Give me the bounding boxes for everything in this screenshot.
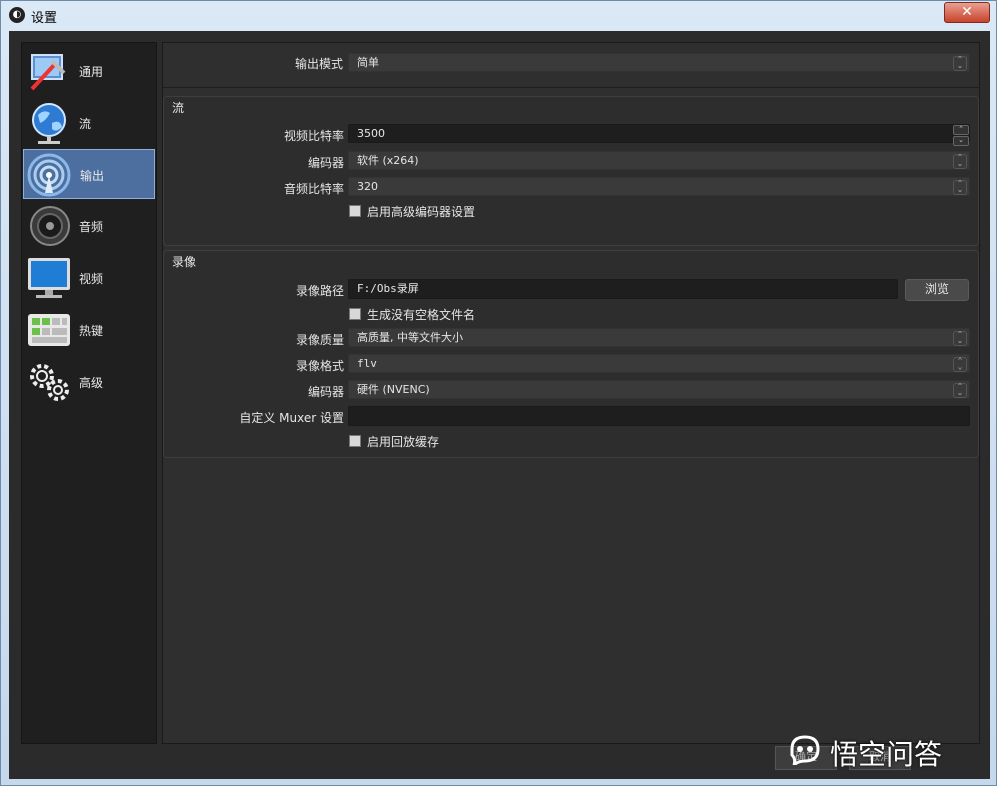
wukong-logo-icon	[790, 735, 820, 765]
recording-encoder-select[interactable]: 硬件 (NVENC) ⌃ ⌄	[348, 380, 970, 399]
no-space-filename-checkbox[interactable]	[349, 308, 361, 320]
speaker-icon	[30, 206, 70, 246]
spin-up-icon[interactable]: ⌃	[953, 125, 969, 135]
chevron-updown-icon: ⌃ ⌄	[953, 180, 967, 195]
broadcast-icon	[27, 153, 71, 197]
spin-down-icon[interactable]: ⌄	[953, 136, 969, 146]
advanced-encoder-label: 启用高级编码器设置	[367, 205, 476, 219]
divider	[163, 87, 979, 88]
spin-buttons[interactable]: ⌃ ⌄	[953, 125, 969, 146]
replay-buffer-checkbox[interactable]	[349, 435, 361, 447]
recording-quality-select[interactable]: 高质量, 中等文件大小 ⌃ ⌄	[348, 328, 970, 347]
recording-format-select[interactable]: flv ⌃ ⌄	[348, 354, 970, 373]
recording-path-label: 录像路径	[295, 284, 344, 298]
sidebar-item-output[interactable]: 输出	[23, 149, 155, 199]
recording-encoder-value: 硬件 (NVENC)	[357, 383, 430, 396]
muxer-settings-label: 自定义 Muxer 设置	[239, 411, 344, 425]
chevron-updown-icon: ⌃ ⌄	[953, 154, 967, 169]
close-button[interactable]: ✕	[944, 2, 990, 23]
video-bitrate-value: 3500	[357, 127, 385, 140]
monitor-icon	[28, 258, 70, 298]
stream-encoder-select[interactable]: 软件 (x264) ⌃ ⌄	[348, 151, 970, 170]
no-space-filename-label: 生成没有空格文件名	[367, 308, 476, 322]
stream-encoder-value: 软件 (x264)	[357, 154, 419, 167]
sidebar-item-general[interactable]: 通用	[23, 46, 155, 96]
sidebar-item-stream[interactable]: 流	[23, 98, 155, 148]
recording-encoder-label: 编码器	[307, 385, 344, 399]
keyboard-icon	[28, 314, 70, 346]
recording-path-value: F:/Obs录屏	[357, 282, 419, 295]
video-bitrate-label: 视频比特率	[283, 129, 344, 143]
gears-icon	[30, 364, 69, 401]
sidebar-item-label: 热键	[79, 324, 104, 338]
sidebar-item-video[interactable]: 视频	[23, 253, 155, 303]
recording-quality-label: 录像质量	[295, 333, 344, 347]
sidebar-item-label: 高级	[79, 376, 104, 390]
sidebar-item-hotkeys[interactable]: 热键	[23, 305, 155, 355]
chevron-updown-icon: ⌃ ⌄	[953, 331, 967, 346]
recording-format-label: 录像格式	[295, 359, 344, 373]
browse-button[interactable]: 浏览	[905, 279, 969, 301]
stream-group-title: 流	[172, 101, 185, 115]
replay-buffer-label: 启用回放缓存	[367, 435, 440, 449]
globe-icon	[32, 103, 66, 144]
settings-client: 通用 流 输出 音频 视频 热键 高级 输出模式 简单 ⌃ ⌄ 流 视频比特率 …	[9, 31, 990, 779]
recording-path-input[interactable]: F:/Obs录屏	[348, 279, 898, 299]
settings-window: ◐ 设置 ✕ 通用 流 输出 音频 视频 热键 高级 输出模式 简单 ⌃ ⌄ 流…	[0, 0, 997, 786]
recording-quality-value: 高质量, 中等文件大小	[357, 331, 463, 344]
output-mode-label: 输出模式	[294, 57, 343, 71]
window-title: 设置	[31, 11, 58, 26]
sidebar-item-label: 音频	[79, 220, 104, 234]
watermark: 悟空问答	[788, 731, 978, 771]
settings-sidebar: 通用 流 输出 音频 视频 热键 高级	[21, 42, 157, 744]
recording-group: 录像 录像路径 F:/Obs录屏 浏览 生成没有空格文件名 录像质量 高质量, …	[163, 250, 979, 458]
chevron-updown-icon: ⌃ ⌄	[953, 383, 967, 398]
video-bitrate-input[interactable]: 3500 ⌃ ⌄	[348, 124, 970, 146]
sidebar-item-label: 通用	[79, 65, 104, 79]
sidebar-item-label: 输出	[80, 169, 105, 183]
title-bar: ◐ 设置 ✕	[1, 1, 996, 29]
recording-group-title: 录像	[172, 255, 197, 269]
sidebar-item-label: 流	[79, 117, 92, 131]
sidebar-item-audio[interactable]: 音频	[23, 201, 155, 251]
chevron-updown-icon: ⌃ ⌄	[953, 56, 967, 71]
audio-bitrate-label: 音频比特率	[283, 182, 344, 196]
audio-bitrate-select[interactable]: 320 ⌃ ⌄	[348, 177, 970, 196]
chevron-updown-icon: ⌃ ⌄	[953, 357, 967, 372]
output-mode-value: 简单	[357, 56, 379, 69]
watermark-text: 悟空问答	[830, 738, 943, 771]
stream-encoder-label: 编码器	[307, 156, 344, 170]
advanced-encoder-checkbox[interactable]	[349, 205, 361, 217]
audio-bitrate-value: 320	[357, 180, 378, 193]
recording-format-value: flv	[357, 357, 377, 370]
general-icon	[30, 54, 66, 91]
muxer-settings-input[interactable]	[348, 406, 970, 426]
sidebar-item-advanced[interactable]: 高级	[23, 357, 155, 407]
stream-group: 流 视频比特率 3500 ⌃ ⌄ 编码器 软件 (x264) ⌃ ⌄ 音频比特率 3…	[163, 96, 979, 246]
output-mode-select[interactable]: 简单 ⌃ ⌄	[348, 53, 970, 72]
obs-app-icon: ◐	[9, 7, 25, 23]
output-settings-panel: 输出模式 简单 ⌃ ⌄ 流 视频比特率 3500 ⌃ ⌄ 编码器 软件 (x264)…	[162, 42, 980, 744]
sidebar-item-label: 视频	[79, 272, 104, 286]
